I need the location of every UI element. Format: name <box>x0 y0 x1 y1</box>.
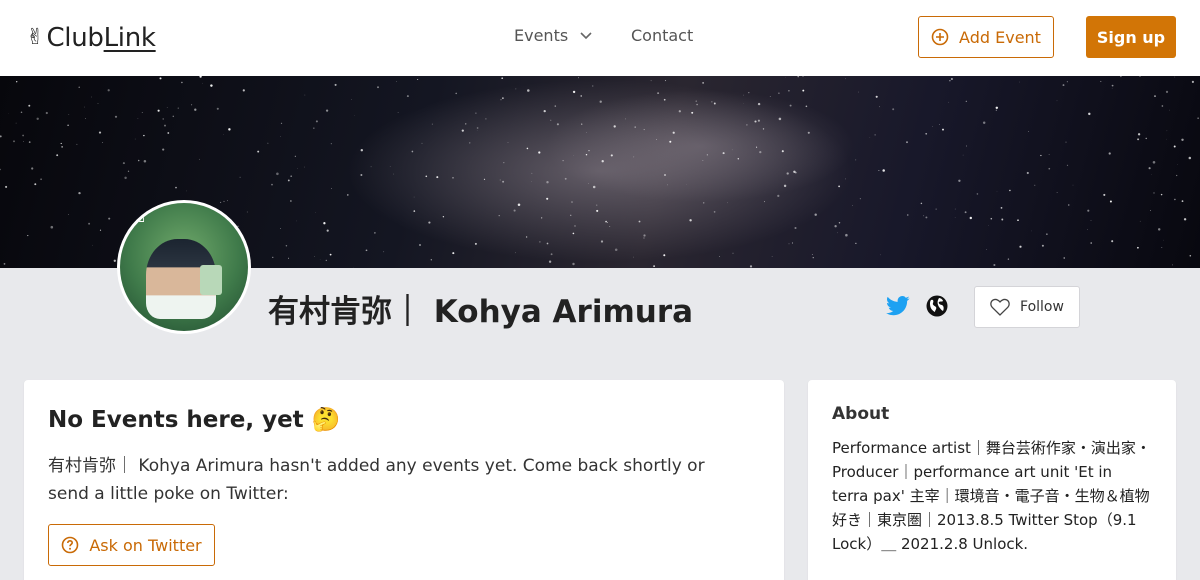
about-card: About Performance artist｜舞台芸術作家・演出家・Prod… <box>808 380 1176 580</box>
top-navbar: ✌ Club Link Events Contact Add Event Sig… <box>0 0 1200 76</box>
profile-avatar: Et in terra pax <box>117 200 251 334</box>
about-text: Performance artist｜舞台芸術作家・演出家・Producer｜p… <box>832 439 1151 553</box>
about-title: About <box>832 404 890 424</box>
question-circle-icon <box>62 536 79 554</box>
ask-on-twitter-button[interactable]: Ask on Twitter <box>48 524 215 566</box>
ask-on-twitter-label: Ask on Twitter <box>89 535 202 555</box>
profile-name: 有村肯弥｜ Kohya Arimura <box>268 294 694 330</box>
nav-contact-link[interactable]: Contact <box>631 26 693 45</box>
globe-icon[interactable] <box>926 295 948 317</box>
avatar-caption: Et in terra pax <box>136 203 147 223</box>
events-card-title: No Events here, yet 🤔 <box>48 407 341 433</box>
peace-hand-icon: ✌ <box>26 25 45 50</box>
nav-events-dropdown[interactable]: Events <box>514 26 592 45</box>
follow-button[interactable]: Follow <box>974 286 1080 328</box>
twitter-icon[interactable] <box>886 296 910 316</box>
nav-events-label: Events <box>514 26 569 45</box>
add-event-label: Add Event <box>959 27 1041 47</box>
add-event-button[interactable]: Add Event <box>918 16 1054 58</box>
events-card-message: 有村肯弥｜ Kohya Arimura hasn't added any eve… <box>48 456 705 504</box>
heart-icon <box>990 298 1010 316</box>
chevron-down-icon <box>580 31 592 39</box>
sign-up-button[interactable]: Sign up <box>1086 16 1176 58</box>
plus-circle-icon <box>931 28 949 46</box>
events-card: No Events here, yet 🤔 有村肯弥｜ Kohya Arimur… <box>24 380 784 580</box>
logo-text-club: Club <box>46 23 104 53</box>
clublink-logo[interactable]: ✌ Club Link <box>26 22 156 54</box>
follow-label: Follow <box>1020 299 1064 315</box>
logo-text-link: Link <box>103 23 156 53</box>
